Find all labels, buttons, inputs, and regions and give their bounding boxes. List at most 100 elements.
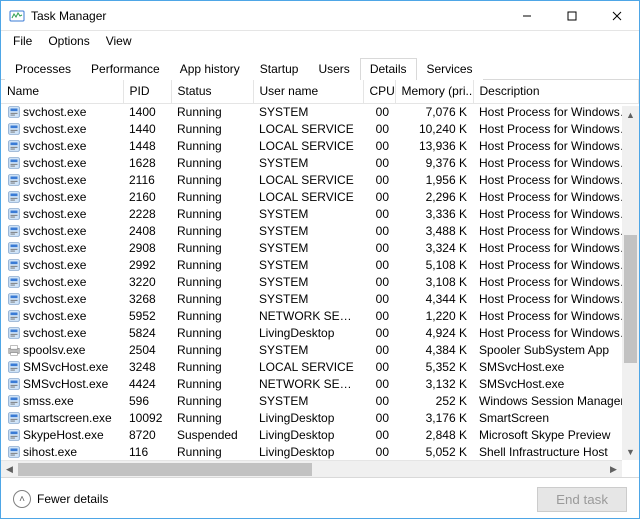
process-name: svchost.exe	[23, 258, 86, 272]
table-row[interactable]: svchost.exe5824RunningLivingDesktop004,9…	[1, 325, 639, 342]
minimize-button[interactable]	[504, 1, 549, 30]
process-pid: 8720	[123, 427, 171, 444]
process-description: Host Process for Windows Serv	[473, 257, 639, 274]
process-user: SYSTEM	[253, 240, 363, 257]
table-row[interactable]: smartscreen.exe10092RunningLivingDesktop…	[1, 410, 639, 427]
process-name: svchost.exe	[23, 139, 86, 153]
table-row[interactable]: svchost.exe5952RunningNETWORK SERVICE001…	[1, 308, 639, 325]
scroll-left-icon[interactable]: ◀	[1, 461, 18, 478]
process-status: Running	[171, 444, 253, 460]
table-row[interactable]: svchost.exe2408RunningSYSTEM003,488 KHos…	[1, 223, 639, 240]
chevron-up-icon: ˄	[13, 490, 31, 508]
exe-icon	[7, 275, 21, 289]
tab-services[interactable]: Services	[417, 58, 483, 80]
menu-view[interactable]: View	[100, 33, 138, 49]
menu-options[interactable]: Options	[42, 33, 95, 49]
col-pid[interactable]: PID	[123, 80, 171, 104]
process-description: Host Process for Windows Serv	[473, 121, 639, 138]
table-row[interactable]: svchost.exe1440RunningLOCAL SERVICE0010,…	[1, 121, 639, 138]
col-memory[interactable]: Memory (pri...	[395, 80, 473, 104]
process-description: Windows Session Manager	[473, 393, 639, 410]
process-memory: 3,488 K	[395, 223, 473, 240]
table-row[interactable]: svchost.exe2992RunningSYSTEM005,108 KHos…	[1, 257, 639, 274]
process-user: SYSTEM	[253, 104, 363, 122]
process-name: svchost.exe	[23, 326, 86, 340]
process-name: smartscreen.exe	[23, 411, 112, 425]
col-description[interactable]: Description	[473, 80, 639, 104]
scroll-right-icon[interactable]: ▶	[605, 461, 622, 478]
vertical-scroll-thumb[interactable]	[624, 235, 637, 363]
table-row[interactable]: svchost.exe2908RunningSYSTEM003,324 KHos…	[1, 240, 639, 257]
process-cpu: 00	[363, 121, 395, 138]
process-status: Running	[171, 325, 253, 342]
col-status[interactable]: Status	[171, 80, 253, 104]
table-row[interactable]: SMSvcHost.exe3248RunningLOCAL SERVICE005…	[1, 359, 639, 376]
process-cpu: 00	[363, 274, 395, 291]
tab-users[interactable]: Users	[308, 58, 359, 80]
col-user[interactable]: User name	[253, 80, 363, 104]
table-row[interactable]: svchost.exe2228RunningSYSTEM003,336 KHos…	[1, 206, 639, 223]
tab-startup[interactable]: Startup	[250, 58, 309, 80]
process-description: SmartScreen	[473, 410, 639, 427]
table-row[interactable]: SkypeHost.exe8720SuspendedLivingDesktop0…	[1, 427, 639, 444]
table-row[interactable]: svchost.exe3268RunningSYSTEM004,344 KHos…	[1, 291, 639, 308]
process-status: Running	[171, 291, 253, 308]
title-bar: Task Manager	[1, 1, 639, 31]
process-pid: 2504	[123, 342, 171, 359]
exe-icon	[7, 190, 21, 204]
process-memory: 4,924 K	[395, 325, 473, 342]
process-status: Running	[171, 376, 253, 393]
process-user: LivingDesktop	[253, 444, 363, 460]
tab-strip: Processes Performance App history Startu…	[1, 51, 639, 80]
process-status: Running	[171, 138, 253, 155]
tab-app-history[interactable]: App history	[170, 58, 250, 80]
process-cpu: 00	[363, 189, 395, 206]
process-cpu: 00	[363, 240, 395, 257]
process-pid: 3220	[123, 274, 171, 291]
col-cpu[interactable]: CPU	[363, 80, 395, 104]
process-name: SMSvcHost.exe	[23, 360, 108, 374]
exe-icon	[7, 207, 21, 221]
process-status: Suspended	[171, 427, 253, 444]
horizontal-scroll-thumb[interactable]	[18, 463, 312, 476]
horizontal-scrollbar[interactable]: ◀ ▶	[1, 460, 622, 477]
end-task-button[interactable]: End task	[537, 487, 627, 512]
close-button[interactable]	[594, 1, 639, 30]
table-row[interactable]: svchost.exe1400RunningSYSTEM007,076 KHos…	[1, 104, 639, 122]
tab-details[interactable]: Details	[360, 58, 417, 80]
scroll-down-icon[interactable]: ▼	[622, 443, 639, 460]
process-description: Host Process for Windows Serv	[473, 325, 639, 342]
tab-performance[interactable]: Performance	[81, 58, 170, 80]
process-description: Host Process for Windows Serv	[473, 189, 639, 206]
table-row[interactable]: svchost.exe2160RunningLOCAL SERVICE002,2…	[1, 189, 639, 206]
table-row[interactable]: SMSvcHost.exe4424RunningNETWORK SERVICE0…	[1, 376, 639, 393]
fewer-details-button[interactable]: ˄ Fewer details	[13, 490, 108, 508]
col-name[interactable]: Name	[1, 80, 123, 104]
maximize-button[interactable]	[549, 1, 594, 30]
process-name: svchost.exe	[23, 173, 86, 187]
process-status: Running	[171, 104, 253, 122]
process-memory: 5,052 K	[395, 444, 473, 460]
process-user: LivingDesktop	[253, 427, 363, 444]
process-user: LivingDesktop	[253, 325, 363, 342]
menu-file[interactable]: File	[7, 33, 38, 49]
process-user: LOCAL SERVICE	[253, 172, 363, 189]
table-row[interactable]: svchost.exe1448RunningLOCAL SERVICE0013,…	[1, 138, 639, 155]
scroll-up-icon[interactable]: ▲	[622, 106, 639, 123]
process-memory: 2,848 K	[395, 427, 473, 444]
process-cpu: 00	[363, 444, 395, 460]
tab-processes[interactable]: Processes	[5, 58, 81, 80]
table-row[interactable]: svchost.exe3220RunningSYSTEM003,108 KHos…	[1, 274, 639, 291]
process-user: LOCAL SERVICE	[253, 138, 363, 155]
task-manager-icon	[9, 8, 25, 24]
table-row[interactable]: svchost.exe1628RunningSYSTEM009,376 KHos…	[1, 155, 639, 172]
exe-icon	[7, 394, 21, 408]
table-row[interactable]: spoolsv.exe2504RunningSYSTEM004,384 KSpo…	[1, 342, 639, 359]
process-pid: 10092	[123, 410, 171, 427]
process-memory: 1,956 K	[395, 172, 473, 189]
table-row[interactable]: sihost.exe116RunningLivingDesktop005,052…	[1, 444, 639, 460]
table-row[interactable]: svchost.exe2116RunningLOCAL SERVICE001,9…	[1, 172, 639, 189]
vertical-scrollbar[interactable]: ▲ ▼	[622, 106, 639, 460]
table-row[interactable]: smss.exe596RunningSYSTEM00252 KWindows S…	[1, 393, 639, 410]
process-cpu: 00	[363, 223, 395, 240]
